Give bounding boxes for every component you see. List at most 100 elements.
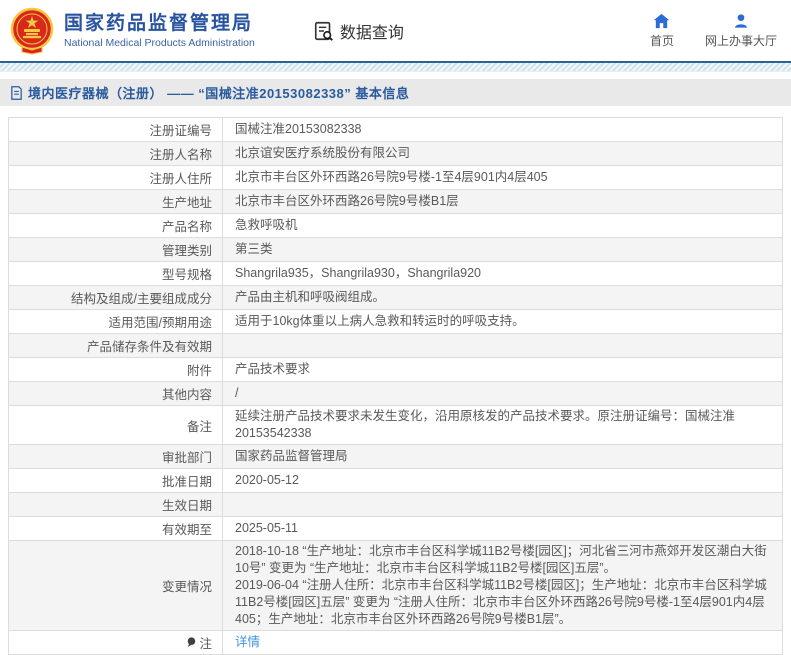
row-label: 管理类别 [162, 240, 212, 259]
row-value-cell: 2020-05-12 [223, 469, 782, 492]
row-value-cell: 北京市丰台区外环西路26号院9号楼-1至4层901内4层405 [223, 166, 782, 189]
info-table: 注册证编号国械注准20153082338注册人名称北京谊安医疗系统股份有限公司注… [8, 117, 783, 655]
row-value-cell [223, 334, 782, 357]
table-row: 批准日期 2020-05-12 [9, 469, 782, 493]
table-row: 注册人住所 北京市丰台区外环西路26号院9号楼-1至4层901内4层405 [9, 166, 782, 190]
table-row: 型号规格 Shangrila935，Shangrila930，Shangrila9… [9, 262, 782, 286]
row-label-cell: 变更情况 [9, 541, 223, 630]
person-icon [733, 13, 749, 29]
row-value: 北京市丰台区外环西路26号院9号楼-1至4层901内4层405 [235, 169, 772, 186]
row-label-cell: 产品名称 [9, 214, 223, 237]
row-label: 批准日期 [162, 471, 212, 490]
row-label-cell: 注册人名称 [9, 142, 223, 165]
row-label: 附件 [187, 360, 212, 379]
decorative-hatch-band [0, 63, 791, 72]
row-value: 2025-05-11 [235, 520, 772, 537]
row-value-cell: 产品由主机和呼吸阀组成。 [223, 286, 782, 309]
row-label: 注册人名称 [149, 144, 212, 163]
table-row: 其他内容 / [9, 382, 782, 406]
row-value: 适用于10kg体重以上病人急救和转运时的呼吸支持。 [235, 313, 772, 330]
row-label-cell: 管理类别 [9, 238, 223, 261]
table-row: 变更情况 2018-10-18 “生产地址：北京市丰台区科学城11B2号楼[园区]… [9, 541, 782, 631]
row-label: 注册人住所 [149, 168, 212, 187]
row-label-cell: 型号规格 [9, 262, 223, 285]
row-value-cell: 第三类 [223, 238, 782, 261]
row-value-line: 2018-10-18 “生产地址：北京市丰台区科学城11B2号楼[园区]；河北省… [235, 543, 772, 577]
row-label-cell: 其他内容 [9, 382, 223, 405]
row-value: / [235, 385, 772, 402]
nav-item-service-hall[interactable]: 网上办事大厅 [705, 13, 777, 49]
row-label-cell: 备注 [9, 406, 223, 444]
row-value: 国械注准20153082338 [235, 121, 772, 138]
row-label: 注册证编号 [149, 120, 212, 139]
row-label-cell: 注册人住所 [9, 166, 223, 189]
breadcrumb: 境内医疗器械（注册） —— “国械注准20153082338” 基本信息 [0, 79, 791, 106]
row-label-cell: 注册证编号 [9, 118, 223, 141]
row-value: 第三类 [235, 241, 772, 258]
row-label-cell: 审批部门 [9, 445, 223, 468]
document-icon [10, 86, 23, 100]
row-label: 注 [199, 633, 212, 652]
table-row: 注 详情 [9, 631, 782, 655]
header: 国家药品监督管理局 National Medical Products Admi… [0, 0, 791, 63]
row-label: 生效日期 [162, 495, 212, 514]
row-value-cell: 急救呼吸机 [223, 214, 782, 237]
row-value-cell: 2018-10-18 “生产地址：北京市丰台区科学城11B2号楼[园区]；河北省… [223, 541, 782, 630]
table-row: 审批部门国家药品监督管理局 [9, 445, 782, 469]
table-row: 备注 延续注册产品技术要求未发生变化，沿用原核发的产品技术要求。原注册证编号：国械… [9, 406, 782, 445]
table-row: 附件 产品技术要求 [9, 358, 782, 382]
nav-item-home[interactable]: 首页 [645, 13, 679, 49]
row-value: 产品技术要求 [235, 361, 772, 378]
nav-item-label: 首页 [650, 32, 674, 49]
row-label: 备注 [187, 416, 212, 435]
row-label: 有效期至 [162, 519, 212, 538]
row-label-cell: 产品储存条件及有效期 [9, 334, 223, 357]
row-value-cell: Shangrila935，Shangrila930，Shangrila920 [223, 262, 782, 285]
row-label-cell: 生效日期 [9, 493, 223, 516]
site-title: 国家药品监督管理局 National Medical Products Admi… [64, 12, 255, 50]
row-value: Shangrila935，Shangrila930，Shangrila920 [235, 265, 772, 282]
data-query-nav[interactable]: 数据查询 [313, 19, 404, 43]
row-value: 北京谊安医疗系统股份有限公司 [235, 145, 772, 162]
table-row: 产品名称 急救呼吸机 [9, 214, 782, 238]
table-row: 管理类别 第三类 [9, 238, 782, 262]
row-value: 延续注册产品技术要求未发生变化，沿用原核发的产品技术要求。原注册证编号：国械注准… [235, 408, 772, 442]
row-value-cell: / [223, 382, 782, 405]
row-label: 变更情况 [162, 576, 212, 595]
table-row: 结构及组成/主要组成成分产品由主机和呼吸阀组成。 [9, 286, 782, 310]
table-row: 适用范围/预期用途 适用于10kg体重以上病人急救和转运时的呼吸支持。 [9, 310, 782, 334]
top-nav: 首页 网上办事大厅 [645, 13, 777, 49]
site-title-cn: 国家药品监督管理局 [64, 12, 255, 36]
row-label: 产品储存条件及有效期 [87, 336, 212, 355]
table-row: 生效日期 [9, 493, 782, 517]
row-value: 急救呼吸机 [235, 217, 772, 234]
row-value: 2020-05-12 [235, 472, 772, 489]
page-title: 境内医疗器械（注册） —— “国械注准20153082338” 基本信息 [28, 83, 409, 102]
table-row: 注册证编号 国械注准20153082338 [9, 118, 782, 142]
row-label: 生产地址 [162, 192, 212, 211]
row-value-cell: 北京市丰台区外环西路26号院9号楼B1层 [223, 190, 782, 213]
row-value: 国家药品监督管理局 [235, 448, 772, 465]
row-value-cell: 2025-05-11 [223, 517, 782, 540]
row-label: 型号规格 [162, 264, 212, 283]
row-value-line: 2019-06-04 “注册人住所：北京市丰台区科学城11B2号楼[园区]；生产… [235, 577, 772, 628]
row-value-cell: 产品技术要求 [223, 358, 782, 381]
row-label: 适用范围/预期用途 [109, 312, 212, 331]
row-value-cell: 详情 [223, 631, 782, 654]
table-row: 注册人名称 北京谊安医疗系统股份有限公司 [9, 142, 782, 166]
row-value: 产品由主机和呼吸阀组成。 [235, 289, 772, 306]
details-link[interactable]: 详情 [235, 634, 772, 651]
note-pin-icon [187, 637, 196, 648]
row-label: 其他内容 [162, 384, 212, 403]
row-label-cell: 适用范围/预期用途 [9, 310, 223, 333]
site-title-en: National Medical Products Administration [64, 36, 255, 50]
document-search-icon [313, 20, 335, 42]
data-query-label: 数据查询 [340, 19, 404, 43]
table-row: 产品储存条件及有效期 [9, 334, 782, 358]
row-value-cell: 适用于10kg体重以上病人急救和转运时的呼吸支持。 [223, 310, 782, 333]
row-label: 产品名称 [162, 216, 212, 235]
nav-item-label: 网上办事大厅 [705, 32, 777, 49]
row-value-cell [223, 493, 782, 516]
table-row: 有效期至 2025-05-11 [9, 517, 782, 541]
table-row: 生产地址北京市丰台区外环西路26号院9号楼B1层 [9, 190, 782, 214]
